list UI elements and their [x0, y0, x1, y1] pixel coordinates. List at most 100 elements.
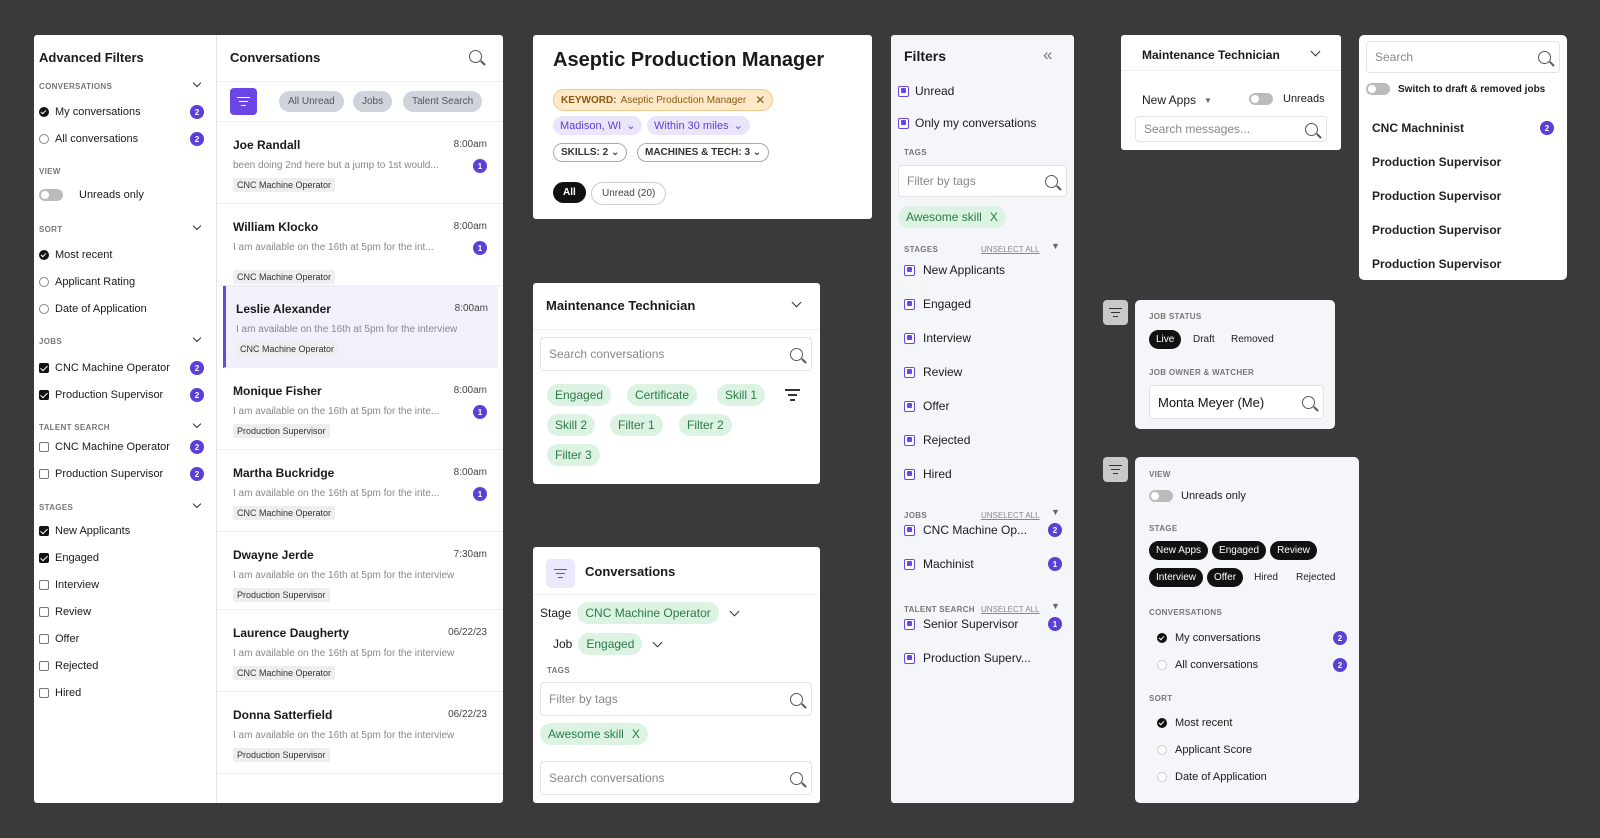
chevron-down-icon[interactable] — [192, 499, 202, 509]
search-icon[interactable] — [1302, 395, 1315, 409]
search-conversations-input[interactable]: Search conversations — [540, 337, 812, 371]
filter-tags-input[interactable]: Filter by tags — [898, 165, 1067, 197]
stage-filter-item[interactable]: Review — [39, 606, 91, 618]
search-messages-input[interactable]: Search messages... — [1135, 116, 1327, 142]
unselect-all-link[interactable]: UNSELECT ALL — [981, 245, 1040, 254]
unreads-only-toggle[interactable]: Unreads only — [1149, 490, 1246, 502]
radio-mine[interactable] — [39, 107, 49, 117]
stage-chip[interactable]: Interview — [1149, 568, 1204, 587]
search-icon[interactable] — [1305, 122, 1318, 136]
tag-chip[interactable]: Certificate — [627, 384, 698, 406]
unreads-toggle[interactable]: Unreads — [1249, 93, 1325, 105]
radio[interactable] — [1157, 718, 1167, 728]
checkbox[interactable] — [39, 526, 49, 536]
search-icon[interactable] — [790, 771, 803, 785]
draft-removed-toggle[interactable]: Switch to draft & removed jobs — [1366, 83, 1545, 95]
sort-most-recent[interactable]: Most recent — [39, 249, 112, 261]
job-search-input[interactable]: Search — [1366, 41, 1560, 73]
all-button[interactable]: All — [553, 182, 586, 203]
location-chip[interactable]: Madison, WI ⌄ — [553, 116, 643, 135]
chevron-down-icon[interactable] — [652, 637, 663, 647]
close-icon[interactable]: ✕ — [755, 93, 765, 107]
stage-chip[interactable]: Hired — [1247, 568, 1285, 587]
stage-filter-item[interactable]: Engaged — [904, 297, 971, 311]
job-status-filter-button[interactable] — [1103, 300, 1128, 325]
conv-option-mine[interactable]: My conversations 2 — [1157, 631, 1347, 645]
status-removed[interactable]: Removed — [1224, 330, 1281, 349]
stage-filter-item[interactable]: Rejected — [904, 433, 970, 447]
checkbox[interactable] — [904, 264, 915, 276]
radio[interactable] — [39, 250, 49, 260]
tab-jobs[interactable]: Jobs — [353, 91, 393, 112]
job-filter-item[interactable]: Production Supervisor 2 — [39, 388, 204, 402]
collapse-icon[interactable]: « — [1043, 45, 1052, 65]
checkbox[interactable] — [39, 363, 49, 373]
stage-chip[interactable]: Engaged — [1212, 541, 1267, 560]
unreads-only-toggle[interactable]: Unreads only — [39, 189, 144, 201]
stage-filter-item[interactable]: Interview — [904, 331, 971, 345]
keyword-chip[interactable]: KEYWORD: Aseptic Production Manager ✕ — [553, 89, 774, 111]
checkbox[interactable] — [904, 468, 915, 480]
tag-chip[interactable]: Skill 2 — [547, 414, 596, 436]
status-live[interactable]: Live — [1149, 330, 1182, 349]
radio-all[interactable] — [39, 134, 49, 144]
job-filter-item[interactable]: CNC Machine Op... 2 — [904, 523, 1062, 537]
only-mine-filter[interactable]: Only my conversations — [898, 116, 1036, 130]
conv-option-all[interactable]: All conversations 2 — [1157, 658, 1347, 672]
toggle-switch[interactable] — [1149, 490, 1173, 502]
job-list-item[interactable]: Production Supervisor — [1372, 155, 1554, 169]
radio[interactable] — [39, 304, 49, 314]
checkbox[interactable] — [39, 442, 49, 452]
stage-chip[interactable]: New Apps — [1149, 541, 1209, 560]
filter-menu-button[interactable] — [230, 88, 257, 115]
stage-filter-item[interactable]: New Applicants — [904, 263, 1005, 277]
sort-option[interactable]: Date of Application — [1157, 771, 1267, 783]
stage-filter-item[interactable]: Hired — [39, 687, 81, 699]
unread-button[interactable]: Unread (20) — [591, 182, 667, 205]
search-icon[interactable] — [790, 692, 803, 706]
status-draft[interactable]: Draft — [1186, 330, 1222, 349]
search-icon[interactable] — [1538, 50, 1551, 64]
checkbox[interactable] — [898, 85, 909, 97]
new-apps-dropdown[interactable]: New Apps ▼ — [1142, 93, 1212, 107]
job-list-item[interactable]: Production Supervisor — [1372, 223, 1554, 237]
talent-filter-item[interactable]: Production Superv... — [904, 651, 1062, 665]
filter-menu-button[interactable] — [546, 559, 575, 588]
chevron-down-icon[interactable] — [192, 419, 202, 429]
checkbox[interactable] — [904, 400, 915, 412]
stage-filter-item[interactable]: Engaged — [39, 552, 99, 564]
chevron-down-icon[interactable] — [192, 78, 202, 88]
distance-chip[interactable]: Within 30 miles ⌄ — [647, 116, 750, 135]
search-conversations-input[interactable]: Search conversations — [540, 761, 812, 795]
checkbox[interactable] — [904, 652, 915, 664]
conv-option-mine[interactable]: My conversations 2 — [39, 105, 204, 119]
sort-applicant-rating[interactable]: Applicant Rating — [39, 276, 135, 288]
stage-filter-item[interactable]: Offer — [904, 399, 949, 413]
sort-option[interactable]: Most recent — [1157, 717, 1232, 729]
checkbox[interactable] — [39, 634, 49, 644]
selected-tag[interactable]: Awesome skill X — [898, 206, 1006, 228]
conv-option-all[interactable]: All conversations 2 — [39, 132, 204, 146]
machines-chip[interactable]: MACHINES & TECH: 3 ⌄ — [637, 143, 770, 162]
tab-all-unread[interactable]: All Unread — [279, 91, 344, 112]
checkbox[interactable] — [39, 390, 49, 400]
conversation-item[interactable]: Leslie Alexander 8:00am I am available on … — [223, 286, 498, 368]
tag-chip[interactable]: Skill 1 — [717, 384, 766, 406]
conversation-item[interactable]: Donna Satterfield 06/22/23 I am available … — [217, 692, 503, 774]
conversation-item[interactable]: Martha Buckridge 8:00am I am available on … — [217, 450, 503, 532]
checkbox[interactable] — [39, 688, 49, 698]
conversation-item[interactable]: Joe Randall 8:00am been doing 2nd here but… — [217, 122, 503, 204]
stage-filter-item[interactable]: Interview — [39, 579, 99, 591]
conversation-item[interactable]: William Klocko 8:00am I am available on th… — [217, 204, 503, 286]
chevron-down-icon[interactable] — [791, 297, 802, 308]
filter-tags-input[interactable]: Filter by tags — [540, 682, 812, 716]
view-filter-button[interactable] — [1103, 457, 1128, 482]
stage-filter-item[interactable]: Offer — [39, 633, 79, 645]
conversation-item[interactable]: Laurence Daugherty 06/22/23 I am available… — [217, 610, 503, 692]
chevron-down-icon[interactable] — [192, 221, 202, 231]
skills-chip[interactable]: SKILLS: 2 ⌄ — [553, 143, 628, 162]
stage-filter-item[interactable]: Rejected — [39, 660, 98, 672]
toggle-switch[interactable] — [39, 189, 63, 201]
search-icon[interactable] — [469, 50, 482, 63]
checkbox[interactable] — [904, 558, 915, 570]
